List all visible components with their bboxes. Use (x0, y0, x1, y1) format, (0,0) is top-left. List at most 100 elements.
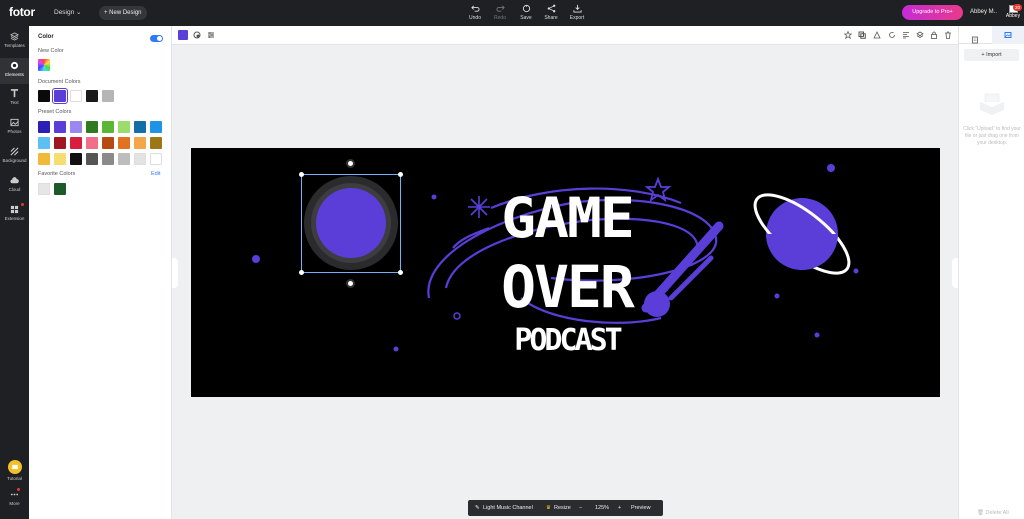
preset-color-swatch[interactable] (134, 153, 146, 165)
favorite-edit-link[interactable]: Edit (151, 171, 160, 177)
import-button[interactable]: + Import (964, 49, 1019, 61)
rail-item-templates[interactable]: Templates (0, 32, 29, 48)
title-game[interactable]: GAME (497, 190, 637, 247)
new-color-picker[interactable] (38, 59, 50, 71)
preset-color-swatch[interactable] (70, 137, 82, 149)
tutorial-icon (7, 460, 22, 474)
move-handle-icon[interactable] (346, 279, 355, 288)
favorite-color-swatch[interactable] (38, 183, 50, 195)
resize-handle[interactable] (299, 172, 304, 177)
rail-item-text[interactable]: Text (0, 89, 29, 105)
preset-color-swatch[interactable] (86, 121, 98, 133)
document-color-swatch[interactable] (86, 90, 98, 102)
share-button[interactable]: Share (538, 4, 564, 21)
zoom-level[interactable]: 125% (595, 505, 609, 511)
rail-item-elements[interactable]: Elements (0, 58, 29, 84)
undo-button[interactable]: Undo (462, 4, 488, 21)
rotate-icon (889, 32, 895, 38)
preset-color-swatch[interactable] (102, 137, 114, 149)
preset-color-swatch[interactable] (134, 137, 146, 149)
delete-all-button[interactable]: 🗑 Delete All (977, 510, 1009, 516)
flip-icon (873, 31, 881, 39)
preset-color-swatch[interactable] (38, 137, 50, 149)
rail-item-tutorial[interactable]: Tutorial (0, 460, 29, 481)
channel-name[interactable]: Light Music Channel (483, 505, 533, 511)
design-menu[interactable]: Design ⌄ (54, 8, 82, 16)
preset-color-swatch[interactable] (70, 121, 82, 133)
preset-color-swatch[interactable] (150, 153, 162, 165)
preset-color-swatch[interactable] (150, 121, 162, 133)
extension-icon (10, 205, 19, 214)
duplicate-button[interactable] (858, 31, 866, 39)
preset-color-swatch[interactable] (86, 137, 98, 149)
document-color-swatch[interactable] (52, 88, 68, 104)
favorite-button[interactable] (844, 31, 852, 39)
resize-handle[interactable] (398, 172, 403, 177)
new-design-button[interactable]: + New Design (99, 6, 147, 20)
title-over[interactable]: OVER (497, 257, 637, 317)
rail-label: Photos (7, 129, 22, 134)
rail-item-cloud[interactable]: Cloud (0, 176, 29, 192)
preview-button[interactable]: Preview (631, 505, 651, 511)
tab-uploads[interactable] (992, 26, 1024, 44)
flip-button[interactable] (873, 31, 881, 39)
fill-color-button[interactable] (178, 30, 188, 40)
design-canvas[interactable]: GAME OVER PODCAST (191, 148, 940, 397)
preset-color-swatch[interactable] (102, 121, 114, 133)
document-color-swatch[interactable] (70, 90, 82, 102)
align-button[interactable] (902, 31, 910, 39)
title-podcast[interactable]: PODCAST (495, 325, 639, 357)
zoom-in-button[interactable]: + (618, 505, 621, 511)
save-label: Save (520, 15, 532, 21)
preset-color-swatch[interactable] (118, 137, 130, 149)
lock-button[interactable] (930, 31, 938, 39)
tab-pages[interactable] (971, 31, 979, 44)
preset-color-swatch[interactable] (38, 153, 50, 165)
document-color-swatch[interactable] (38, 90, 50, 102)
fotor-logo[interactable]: fotor (9, 5, 35, 19)
preset-color-swatch[interactable] (102, 153, 114, 165)
preset-color-swatch[interactable] (70, 153, 82, 165)
layers-button[interactable] (916, 31, 924, 39)
resize-handle[interactable] (299, 270, 304, 275)
user-name[interactable]: Abbey M.. (970, 9, 997, 15)
redo-button[interactable]: Redo (487, 4, 513, 21)
preset-color-swatch[interactable] (54, 121, 66, 133)
preset-color-swatch[interactable] (38, 121, 50, 133)
rotate-button[interactable] (888, 31, 896, 39)
preset-color-swatch[interactable] (54, 137, 66, 149)
rail-item-more[interactable]: More (0, 490, 29, 506)
zoom-out-button[interactable]: − (579, 505, 582, 511)
crown-icon: ♛ (546, 505, 551, 511)
preset-color-swatch[interactable] (118, 121, 130, 133)
share-label: Share (544, 15, 558, 21)
preset-color-swatch[interactable] (150, 137, 162, 149)
notification-badge: 20 (1013, 4, 1022, 11)
color-toggle[interactable] (150, 35, 163, 42)
extension-red-dot (21, 203, 24, 206)
favorite-color-swatch[interactable] (54, 183, 66, 195)
delete-button[interactable] (944, 31, 952, 39)
preset-color-swatch[interactable] (118, 153, 130, 165)
pages-icon (972, 36, 978, 44)
collapse-left-panel-handle[interactable] (172, 258, 178, 288)
selection-box[interactable] (299, 159, 403, 288)
texture-button[interactable] (193, 31, 201, 39)
rail-item-photos[interactable]: Photos (0, 118, 29, 134)
duplicate-icon (858, 31, 866, 39)
resize-handle[interactable] (398, 270, 403, 275)
export-button[interactable]: Export (564, 4, 590, 21)
adjust-button[interactable] (207, 31, 215, 39)
preset-color-swatch[interactable] (86, 153, 98, 165)
ring-decoration (453, 312, 461, 320)
document-color-swatch[interactable] (102, 90, 114, 102)
rail-item-background[interactable]: Background (0, 147, 29, 163)
rail-item-extension[interactable]: Extension (0, 205, 29, 221)
dot-decoration (774, 293, 780, 299)
preset-color-swatch[interactable] (134, 121, 146, 133)
rotate-handle-icon[interactable] (346, 159, 355, 168)
resize-button[interactable]: Resize (554, 505, 571, 511)
preset-color-swatch[interactable] (54, 153, 66, 165)
upgrade-button[interactable]: Upgrade to Pro+ (902, 5, 963, 20)
save-button[interactable]: Save (513, 4, 539, 21)
